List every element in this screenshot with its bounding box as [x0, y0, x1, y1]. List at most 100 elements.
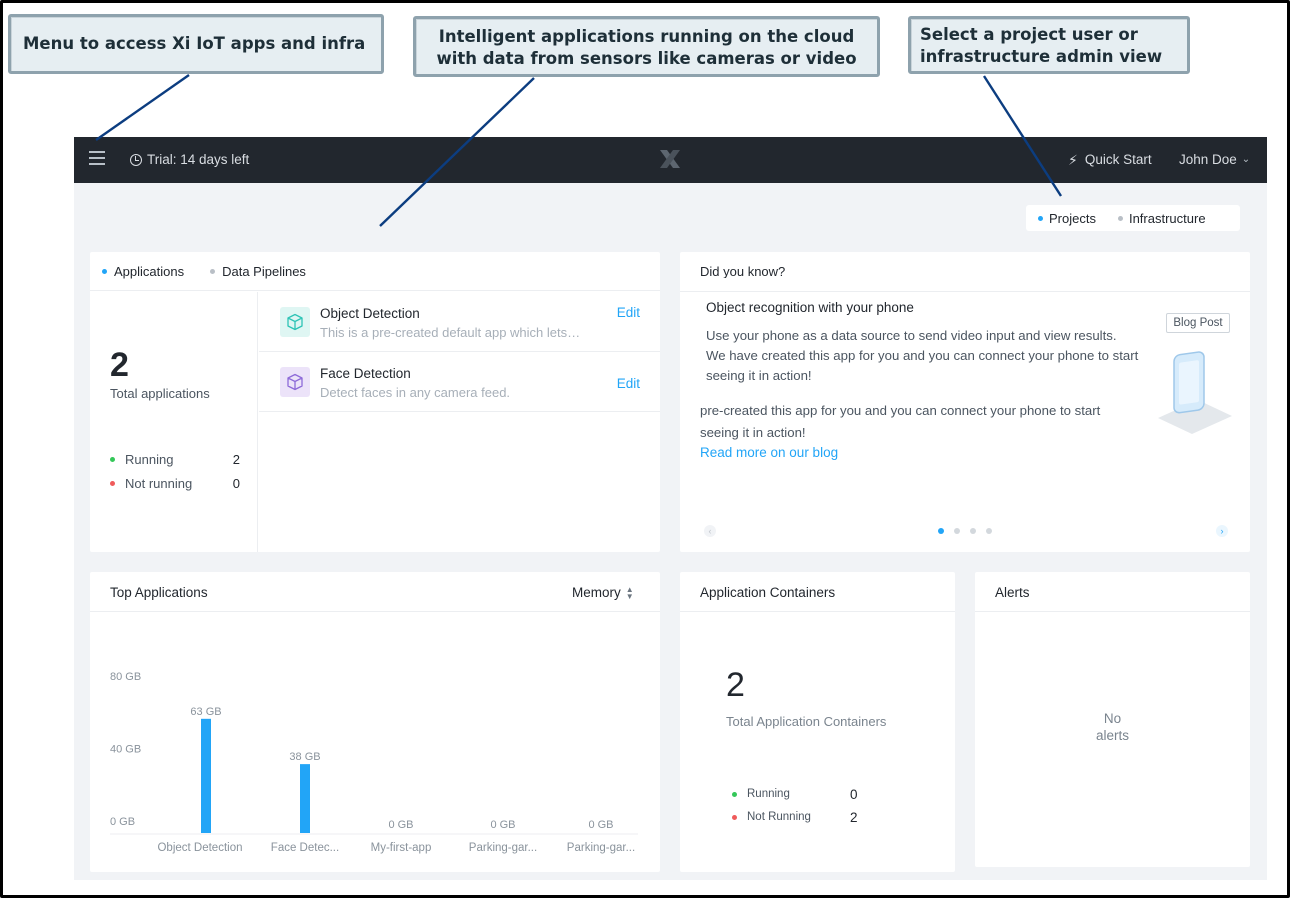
alerts-card: Alerts No alerts [975, 572, 1250, 867]
callout-applications: Intelligent applications running on the … [413, 16, 880, 77]
list-item[interactable]: Object Detection This is a pre-created d… [259, 292, 660, 352]
trial-indicator: Trial: 14 days left [130, 147, 249, 173]
tip-headline: Object recognition with your phone [706, 300, 914, 315]
user-menu[interactable]: John Doe ⌄ [1179, 147, 1250, 173]
x-logo[interactable] [658, 144, 682, 174]
x-tick-label: Parking-gar... [567, 842, 635, 854]
user-name: John Doe [1179, 152, 1237, 167]
sort-arrows-icon: ▲ ▼ [625, 584, 634, 601]
running-label: Running [125, 452, 174, 467]
empty-state: No alerts [975, 710, 1250, 744]
top-applications-card: Top Applications Memory ▲ ▼ 80 GB 40 GB 0 G… [90, 572, 660, 872]
tip-body-line: seeing it in action! [706, 368, 812, 383]
did-you-know-title: Did you know? [700, 264, 786, 278]
selected-dot-icon [102, 268, 107, 274]
total-containers-label: Total Application Containers [726, 714, 887, 729]
metric-select[interactable]: Memory ▲ ▼ [572, 585, 634, 600]
y-tick-label: 80 GB [110, 671, 141, 683]
metric-select-value: Memory [572, 585, 621, 600]
xi-iot-dashboard: Trial: 14 days left ⚡ Quick Start John D… [74, 137, 1267, 880]
data-label: 0 GB [388, 819, 413, 831]
bolt-icon: ⚡ [1068, 152, 1078, 168]
unselected-dot-icon [210, 268, 216, 274]
callout-menu-text: Menu to access Xi IoT apps and infra [23, 34, 366, 53]
containers-running-label: Running [747, 788, 790, 800]
y-tick-label: 40 GB [110, 744, 141, 756]
selected-dot-icon [1038, 215, 1043, 221]
quick-start-button[interactable]: ⚡ Quick Start [1068, 147, 1152, 173]
app-description: Detect faces in any camera feed. [320, 385, 511, 400]
callout-view: Select a project user or infrastructure … [908, 16, 1190, 74]
menu-icon[interactable] [89, 151, 105, 167]
view-infrastructure-label: Infrastructure [1128, 210, 1206, 226]
bar [300, 764, 310, 833]
not-running-status: Not running 0 [110, 476, 240, 491]
data-label: 38 GB [289, 751, 320, 763]
unselected-dot-icon [1117, 215, 1123, 221]
running-status: Running 2 [110, 452, 240, 467]
tip-body: Use your phone as a data source to send … [706, 326, 1176, 386]
carousel-previous-button[interactable]: ‹ [704, 525, 716, 537]
carousel-dot[interactable] [954, 528, 960, 534]
clock-icon [130, 154, 142, 166]
x-tick-label: Object Detection [157, 842, 242, 854]
total-applications-label: Total applications [110, 386, 210, 401]
callout-applications-line2: with data from sensors like cameras or v… [436, 49, 857, 68]
carousel-dot[interactable] [938, 528, 944, 534]
x-tick-label: My-first-app [371, 842, 432, 854]
not-running-dot-icon [732, 814, 737, 820]
carousel-dot[interactable] [986, 528, 992, 534]
not-running-count: 0 [232, 476, 240, 491]
top-applications-title: Top Applications [110, 585, 208, 600]
tab-data-pipelines-label: Data Pipelines [222, 263, 306, 279]
tab-data-pipelines[interactable]: Data Pipelines [210, 264, 306, 279]
edit-button[interactable]: Edit [617, 376, 640, 391]
carousel-dot[interactable] [970, 528, 976, 534]
read-more-link[interactable]: Read more on our blog [700, 445, 838, 460]
top-applications-chart: 80 GB 40 GB 0 GB 63 GB Object Detection 38 GB… [110, 671, 638, 854]
did-you-know-card: Did you know? Object recognition with yo… [680, 252, 1250, 552]
containers-title: Application Containers [700, 585, 836, 600]
card-header: Application Containers [680, 572, 955, 612]
containers-not-running-count: 2 [850, 809, 858, 825]
running-count: 2 [232, 452, 240, 467]
carousel-next-button[interactable]: › [1216, 525, 1228, 537]
containers-running-status: Running 0 [732, 787, 862, 802]
tip-body-line: Use your phone as a data source to send … [706, 328, 1117, 343]
view-projects-label: Projects [1049, 210, 1096, 226]
card-header: Alerts [975, 572, 1250, 612]
view-projects[interactable]: Projects [1038, 211, 1096, 226]
callout-view-line1: Select a project user or [920, 25, 1138, 44]
callout-view-line2: infrastructure admin view [920, 47, 1163, 66]
total-containers-count: 2 [726, 666, 745, 704]
app-name: Object Detection [320, 306, 420, 321]
empty-state-line: alerts [1095, 728, 1129, 743]
total-applications-count: 2 [110, 346, 129, 384]
app-description: This is a pre-created default app which … [320, 325, 581, 340]
list-item[interactable]: Face Detection Detect faces in any camer… [259, 352, 660, 412]
containers-not-running-status: Not Running 2 [732, 809, 862, 825]
callout-applications-line1: Intelligent applications running on the … [438, 27, 855, 46]
quick-start-label: Quick Start [1084, 152, 1152, 167]
tab-applications[interactable]: Applications [102, 264, 184, 279]
not-running-label: Not running [125, 476, 193, 491]
applications-summary: 2 Total applications Running 2 Not runni… [90, 292, 258, 552]
applications-card: Applications Data Pipelines 2 Total appl… [90, 252, 660, 552]
not-running-dot-icon [110, 481, 115, 486]
bar [201, 718, 211, 833]
application-containers-card: Application Containers 2 Total Applicati… [680, 572, 955, 872]
carousel-pagination [938, 528, 992, 534]
app-name: Face Detection [320, 366, 411, 381]
tip-body-secondary: pre-created this app for you and you can… [700, 400, 1170, 444]
view-infrastructure[interactable]: Infrastructure [1117, 210, 1206, 226]
tip-body-line: We have created this app for you and you… [706, 348, 1139, 363]
empty-state-line: No [1103, 711, 1122, 726]
x-tick-label: Parking-gar... [469, 842, 537, 854]
view-switcher: Projects Infrastructure [1026, 205, 1240, 231]
chevron-down-icon: ⌄ [1241, 154, 1251, 165]
alerts-title: Alerts [995, 585, 1030, 600]
edit-button[interactable]: Edit [617, 305, 640, 320]
top-navigation-bar: Trial: 14 days left ⚡ Quick Start John D… [74, 137, 1267, 183]
data-label: 0 GB [490, 819, 515, 831]
cube-icon [280, 367, 310, 397]
